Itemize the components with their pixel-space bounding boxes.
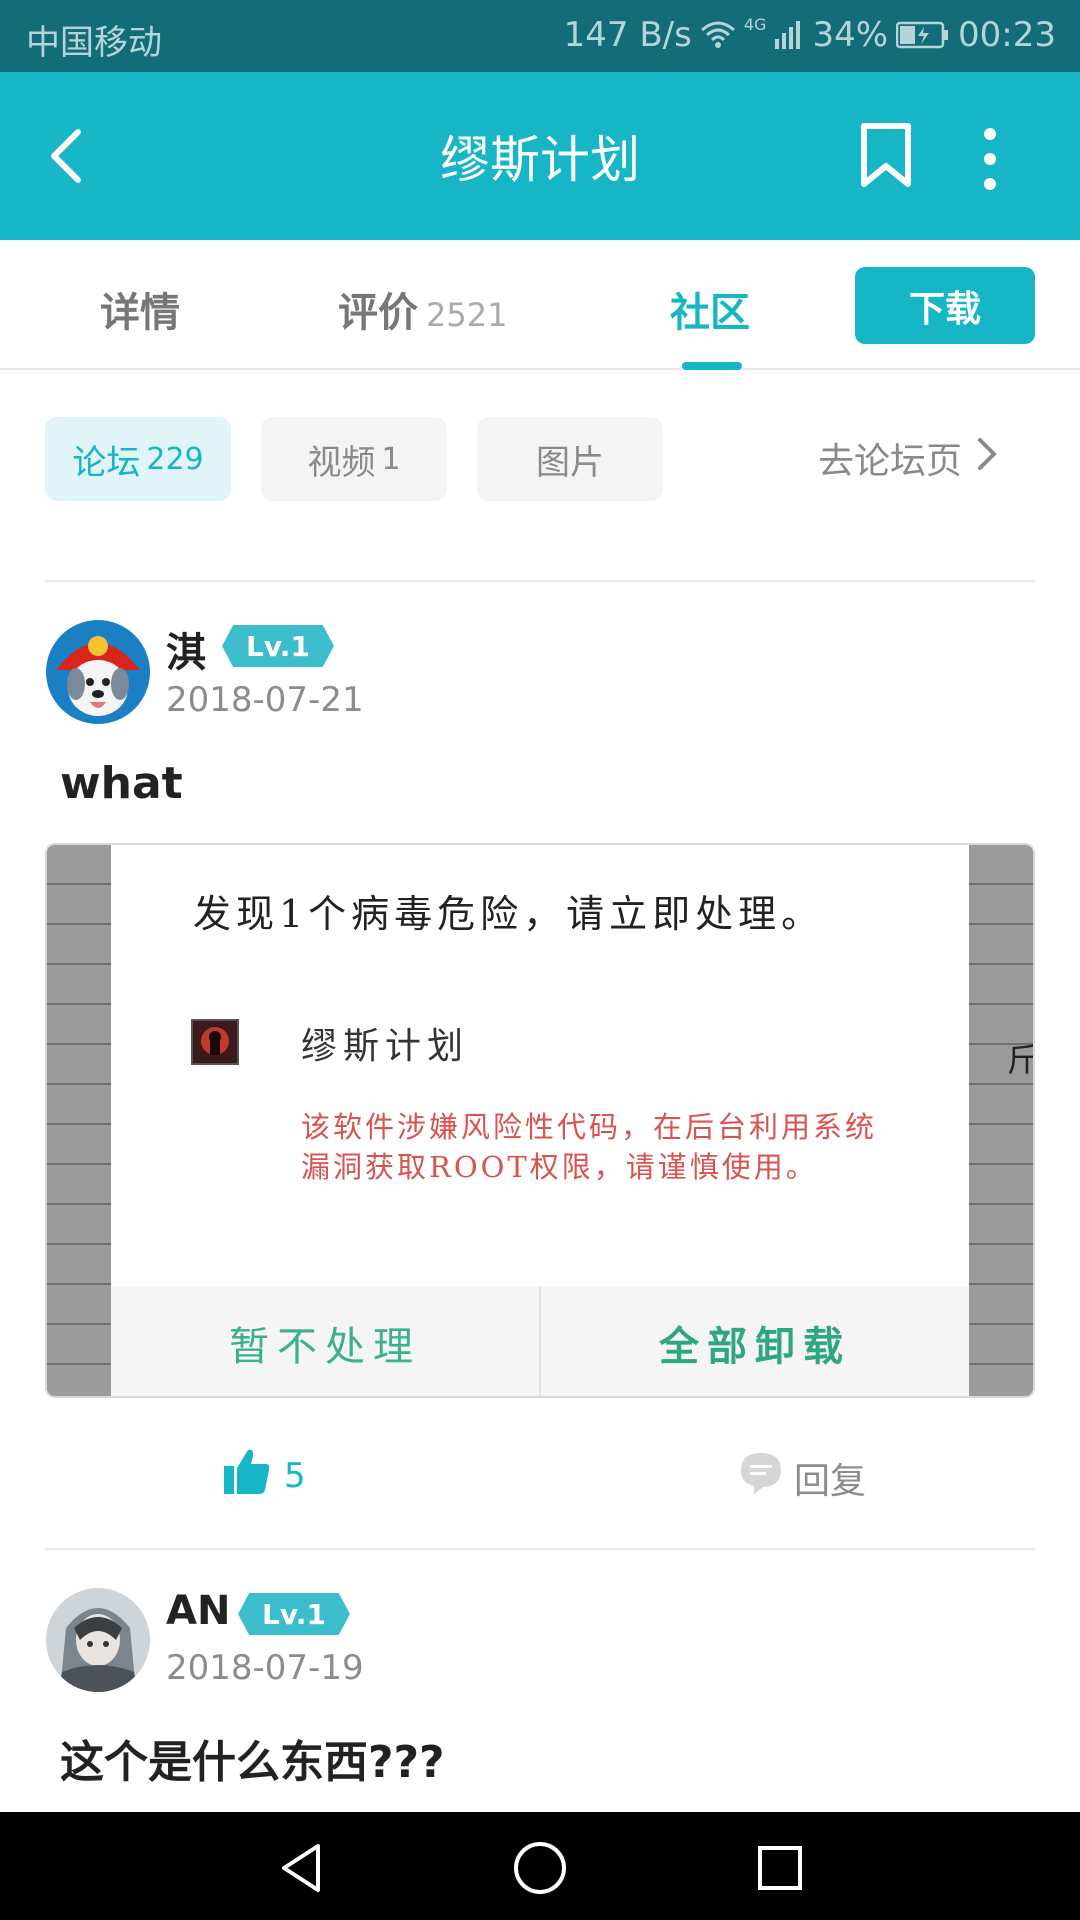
post-username[interactable]: AN [166, 1588, 230, 1634]
uninstall-all-button: 全部卸载 [539, 1286, 969, 1396]
system-nav-bar [0, 1812, 1080, 1920]
post-image[interactable]: 发现1个病毒危险，请立即处理。 缪斯计划 该软件涉嫌风险性代码，在后台利用系统漏… [45, 843, 1035, 1398]
post-date: 2018-07-19 [166, 1648, 364, 1688]
dialog-app-name: 缪斯计划 [301, 1026, 470, 1067]
post-date: 2018-07-21 [166, 680, 364, 720]
like-button[interactable]: 5 [222, 1446, 306, 1505]
carrier-label: 中国移动 [26, 23, 162, 63]
reply-label: 回复 [794, 1460, 867, 1502]
chip-video[interactable]: 视频 1 [261, 417, 447, 501]
tab-bar: 详情 评价 2521 社区 下载 [0, 240, 1080, 370]
dialog-buttons: 暂不处理 全部卸载 [111, 1286, 969, 1396]
active-tab-indicator [682, 362, 742, 370]
tab-details[interactable]: 详情 [100, 280, 180, 338]
tab-label: 社区 [670, 290, 750, 336]
status-bar: 中国移动 147 B/s 4G 34% 00:23 [0, 0, 1080, 72]
page-title: 缪斯计划 [440, 131, 640, 189]
tab-label: 评价 [338, 290, 418, 336]
signal-icon [774, 21, 804, 49]
download-button[interactable]: 下载 [855, 267, 1035, 344]
avatar[interactable] [46, 1588, 150, 1692]
tab-reviews[interactable]: 评价 2521 [338, 280, 507, 338]
divider [45, 1548, 1035, 1550]
nav-home-icon[interactable] [512, 1840, 568, 1896]
battery-icon [896, 21, 950, 49]
tab-label: 详情 [100, 290, 180, 336]
comment-icon [738, 1450, 784, 1505]
battery-percent: 34% [812, 15, 889, 55]
avatar[interactable] [46, 620, 150, 724]
chip-count: 229 [146, 441, 204, 477]
post-username[interactable]: 淇 [166, 620, 206, 678]
chip-forum[interactable]: 论坛 229 [45, 417, 231, 501]
wifi-icon [700, 20, 736, 50]
more-vert-icon[interactable] [976, 126, 1004, 192]
post-title[interactable]: what [60, 758, 183, 809]
dialog-warning-text: 该软件涉嫌风险性代码，在后台利用系统漏洞获取ROOT权限，请谨慎使用。 [301, 1110, 878, 1184]
network-speed: 147 B/s [563, 15, 692, 55]
like-count: 5 [284, 1455, 306, 1496]
status-icons: 147 B/s 4G 34% 00:23 [564, 15, 1056, 55]
tab-community[interactable]: 社区 [670, 280, 750, 338]
background-glyph: 斤 [1007, 1035, 1033, 1081]
goto-forum-label: 去论坛页 [818, 441, 963, 482]
app-icon [191, 1019, 239, 1065]
ignore-button: 暂不处理 [229, 1324, 421, 1370]
clock: 00:23 [958, 15, 1056, 55]
divider [45, 580, 1035, 582]
nav-back-icon[interactable] [274, 1840, 330, 1896]
chip-label: 视频 [307, 442, 376, 483]
dialog-title: 发现1个病毒危险，请立即处理。 [193, 892, 825, 936]
post-title[interactable]: 这个是什么东西??? [60, 1726, 445, 1790]
app-bar: 缪斯计划 [0, 72, 1080, 240]
review-count: 2521 [426, 296, 508, 334]
reply-button[interactable]: 回复 [738, 1450, 866, 1505]
chip-count: 1 [381, 441, 401, 477]
bookmark-icon[interactable] [858, 122, 914, 190]
goto-forum-link[interactable]: 去论坛页 [818, 432, 998, 484]
nav-recents-icon[interactable] [752, 1840, 808, 1896]
chip-label: 论坛 [72, 442, 141, 483]
network-type: 4G [743, 15, 767, 34]
chevron-right-icon [976, 436, 998, 481]
virus-warning-dialog: 发现1个病毒危险，请立即处理。 缪斯计划 该软件涉嫌风险性代码，在后台利用系统漏… [111, 845, 969, 1396]
level-badge: Lv.1 [222, 625, 334, 667]
chip-label: 图片 [536, 442, 604, 483]
thumbs-up-icon [222, 1446, 272, 1505]
level-badge: Lv.1 [238, 1593, 350, 1635]
chip-images[interactable]: 图片 [477, 417, 663, 501]
